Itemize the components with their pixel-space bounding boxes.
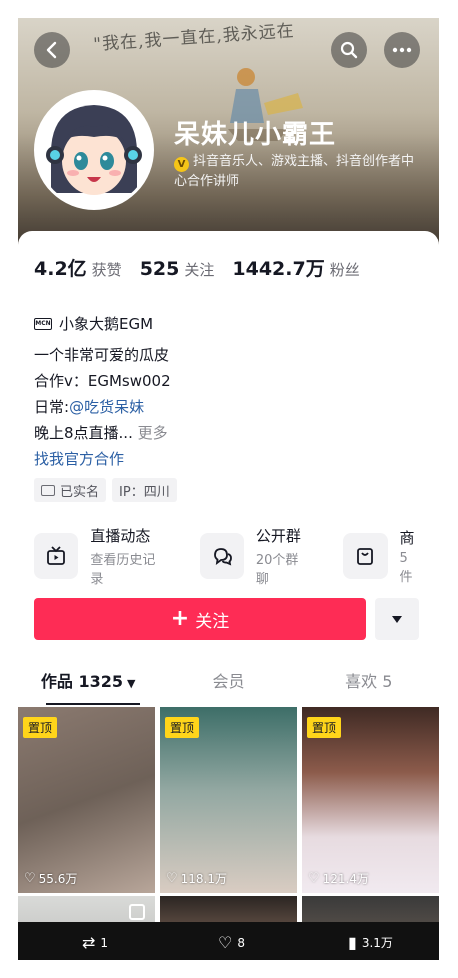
tab-works-label: 作品 1325 (40, 672, 123, 691)
feature-shop[interactable]: 商 5件 (343, 525, 420, 587)
search-button[interactable] (331, 32, 367, 68)
follow-label: 关注 (195, 611, 230, 632)
followers-label[interactable]: 粉丝 (330, 259, 360, 280)
content-tabs: 作品 1325 ▼ 会员 喜欢 5 (18, 667, 439, 705)
feature-shop-title: 商 (399, 529, 415, 547)
bio-line-2: 合作v：EGMsw002 (34, 372, 171, 390)
heart-icon: ♡ (166, 871, 178, 886)
profile-name: 呆妹儿小霸王 (174, 120, 337, 150)
bio-line-4-text: 晚上8点直播... (34, 424, 133, 442)
bio-line-4: 晚上8点直播... 更多 (34, 420, 171, 446)
video-grid: 置顶 ♡ 55.6万 置顶 ♡ 118.1万 置顶 ♡ 121.4万 (18, 707, 439, 956)
feature-row: 直播动态查看历史记录 公开群 20个群聊 商 5件 (34, 525, 439, 587)
likes-label: 获赞 (91, 261, 122, 279)
profile-tags: 已实名 IP：四川 (34, 478, 183, 502)
tv-icon (34, 533, 79, 579)
tab-works[interactable]: 作品 1325 ▼ (18, 667, 158, 705)
pinned-badge: 置顶 (307, 717, 342, 738)
bio-line-1: 一个非常可爱的瓜皮 (34, 346, 170, 364)
realname-tag: 已实名 (34, 478, 107, 502)
feature-group-title: 公开群 (255, 527, 301, 545)
heart-icon: ♡ (24, 871, 36, 886)
feature-group[interactable]: 公开群 20个群聊 (199, 525, 310, 587)
chat-icon (199, 533, 244, 579)
stats-row: 4.2亿 获赞 525 关注 1442.7万 粉丝 (34, 254, 378, 281)
bio-more-link[interactable]: 更多 (138, 424, 168, 442)
back-button[interactable] (34, 32, 70, 68)
repost-action[interactable]: ⇄ 1 (82, 933, 108, 952)
feature-live-sub: 查看历史记录 (90, 553, 156, 587)
video-likes: ♡ 55.6万 (24, 870, 77, 887)
profile-info-sheet: 4.2亿 获赞 525 关注 1442.7万 粉丝 MCN 小象大鹅EGM 一个… (18, 231, 439, 960)
tab-likes[interactable]: 喜欢 5 (299, 667, 439, 705)
chevron-left-icon (46, 41, 57, 59)
mcn-icon: MCN (34, 317, 52, 330)
avatar[interactable] (34, 90, 154, 210)
tab-underline (46, 703, 141, 705)
views-stat: ▮ 3.1万 (348, 933, 393, 952)
bio-line-3-prefix: 日常: (34, 398, 70, 416)
realname-text: 已实名 (60, 484, 100, 500)
video-thumbnail[interactable]: 置顶 ♡ 118.1万 (160, 707, 297, 893)
mcn-agency[interactable]: MCN 小象大鹅EGM (34, 313, 153, 334)
official-cooperation-link[interactable]: 找我官方合作 (34, 446, 171, 472)
more-dots-icon (392, 47, 412, 53)
views-count: 3.1万 (361, 936, 393, 950)
heart-icon: ♡ (218, 933, 233, 952)
verified-badge-icon: V (174, 157, 189, 172)
avatar-cartoon-girl-image (37, 93, 151, 207)
bottom-action-bar: ⇄ 1 ♡ 8 ▮ 3.1万 (18, 922, 439, 960)
mcn-name: 小象大鹅EGM (59, 315, 154, 333)
verification-text: 抖音音乐人、游戏主播、抖音创作者中心合作讲师 (174, 154, 415, 189)
recommend-dropdown-button[interactable] (375, 598, 419, 640)
verification-line[interactable]: V 抖音音乐人、游戏主播、抖音创作者中心合作讲师 (174, 152, 419, 192)
ip-tag: IP：四川 (112, 478, 177, 502)
video-likes: ♡ 118.1万 (166, 870, 227, 887)
cover-sketch-text: "我在,我一直在,我永远在 (92, 20, 296, 56)
repost-icon: ⇄ (82, 933, 96, 952)
caret-down-icon: ▼ (126, 677, 136, 690)
plus-icon: + (170, 606, 190, 631)
followers-count[interactable]: 1442.7万 (232, 254, 324, 281)
likes-count: 4.2亿 (34, 258, 87, 280)
like-count: 8 (237, 935, 245, 950)
search-icon (340, 41, 358, 59)
repost-count: 1 (100, 935, 109, 950)
profile-screen: "我在,我一直在,我永远在 呆妹儿小霸王 V 抖音音乐人、游戏主播、抖音创作者中… (18, 18, 439, 960)
more-options-button[interactable] (384, 32, 420, 68)
video-likes: ♡ 121.4万 (308, 870, 369, 887)
shop-icon (343, 533, 388, 579)
bio-text: 一个非常可爱的瓜皮 合作v：EGMsw002 日常:@吃货呆妹 晚上8点直播..… (34, 342, 171, 472)
feature-live-title: 直播动态 (90, 527, 151, 545)
following-count[interactable]: 525 (140, 258, 180, 280)
bio-line-3: 日常:@吃货呆妹 (34, 394, 171, 420)
video-likes-count: 55.6万 (38, 872, 78, 886)
feature-live[interactable]: 直播动态查看历史记录 (34, 525, 166, 587)
mention-link[interactable]: @吃货呆妹 (69, 398, 144, 416)
video-thumbnail[interactable]: 置顶 ♡ 121.4万 (302, 707, 439, 893)
multi-image-icon (129, 904, 145, 920)
video-thumbnail[interactable]: 置顶 ♡ 55.6万 (18, 707, 155, 893)
id-card-icon (41, 484, 55, 496)
following-label[interactable]: 关注 (184, 259, 214, 280)
pinned-badge: 置顶 (165, 717, 200, 738)
video-likes-count: 118.1万 (180, 872, 228, 886)
feature-shop-sub: 5件 (399, 551, 413, 585)
heart-icon: ♡ (308, 871, 320, 886)
caret-down-icon (392, 615, 402, 623)
feature-group-sub: 20个群聊 (255, 553, 299, 587)
pinned-badge: 置顶 (23, 717, 58, 738)
follow-button[interactable]: + 关注 (34, 598, 366, 640)
bar-chart-icon: ▮ (348, 933, 357, 952)
like-action[interactable]: ♡ 8 (218, 933, 245, 952)
tab-members[interactable]: 会员 (158, 667, 298, 705)
video-likes-count: 121.4万 (322, 872, 370, 886)
